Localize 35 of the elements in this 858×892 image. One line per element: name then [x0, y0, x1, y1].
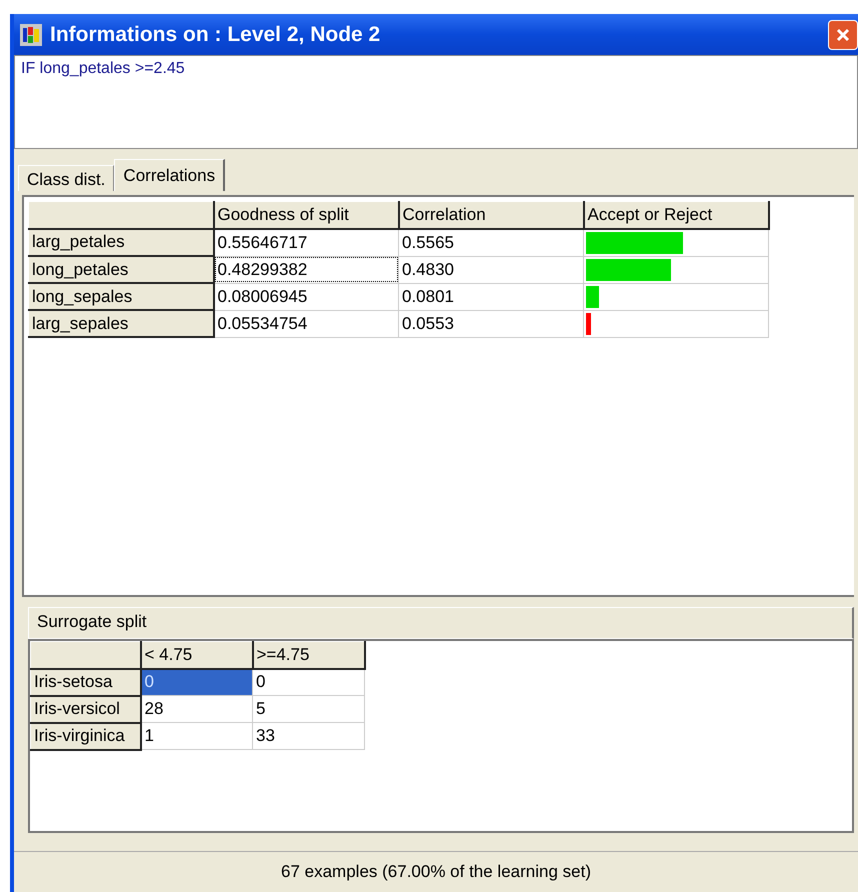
row-header: long_sepales — [28, 283, 214, 310]
row-header: Iris-versicol — [30, 696, 140, 722]
close-button[interactable] — [828, 20, 858, 50]
app-icon — [20, 24, 42, 46]
table-cell: 0.48299382 — [214, 256, 398, 283]
row-header: long_petales — [28, 256, 214, 283]
table-cell: 0.4830 — [398, 256, 584, 283]
column-header: Goodness of split — [214, 202, 398, 228]
window-title: Informations on : Level 2, Node 2 — [50, 22, 380, 46]
table-cell: 0.5565 — [398, 228, 584, 256]
row-header: Iris-virginica — [30, 722, 140, 750]
tab[interactable]: Class dist. — [18, 165, 114, 191]
table-cell: 0.0553 — [398, 310, 584, 337]
column-header: Correlation — [398, 202, 584, 228]
tab[interactable]: Correlations — [114, 159, 226, 191]
rule-text: IF long_petales >=2.45 — [21, 60, 185, 77]
column-header: >=4.75 — [252, 642, 364, 668]
row-header: larg_petales — [28, 228, 214, 256]
table-cell[interactable]: 28 — [140, 696, 252, 722]
table-cell: 0.55646717 — [214, 228, 398, 256]
table-cell[interactable]: 1 — [140, 722, 252, 750]
table-cell: 0.08006945 — [214, 283, 398, 310]
row-header: larg_sepales — [28, 310, 214, 337]
column-header: < 4.75 — [140, 642, 252, 668]
column-header: Accept or Reject — [584, 202, 768, 228]
table-cell[interactable]: 0 — [252, 668, 364, 696]
table-cell: 0.05534754 — [214, 310, 398, 337]
close-icon — [836, 28, 850, 42]
table-cell[interactable]: 33 — [252, 722, 364, 750]
status-bar: 67 examples (67.00% of the learning set) — [14, 851, 858, 892]
table-cell: 0.0801 — [398, 283, 584, 310]
section-header: Surrogate split — [28, 607, 854, 639]
table-cell[interactable]: 5 — [252, 696, 364, 722]
row-header: Iris-setosa — [30, 668, 140, 696]
table-cell[interactable]: 0 — [140, 668, 252, 696]
